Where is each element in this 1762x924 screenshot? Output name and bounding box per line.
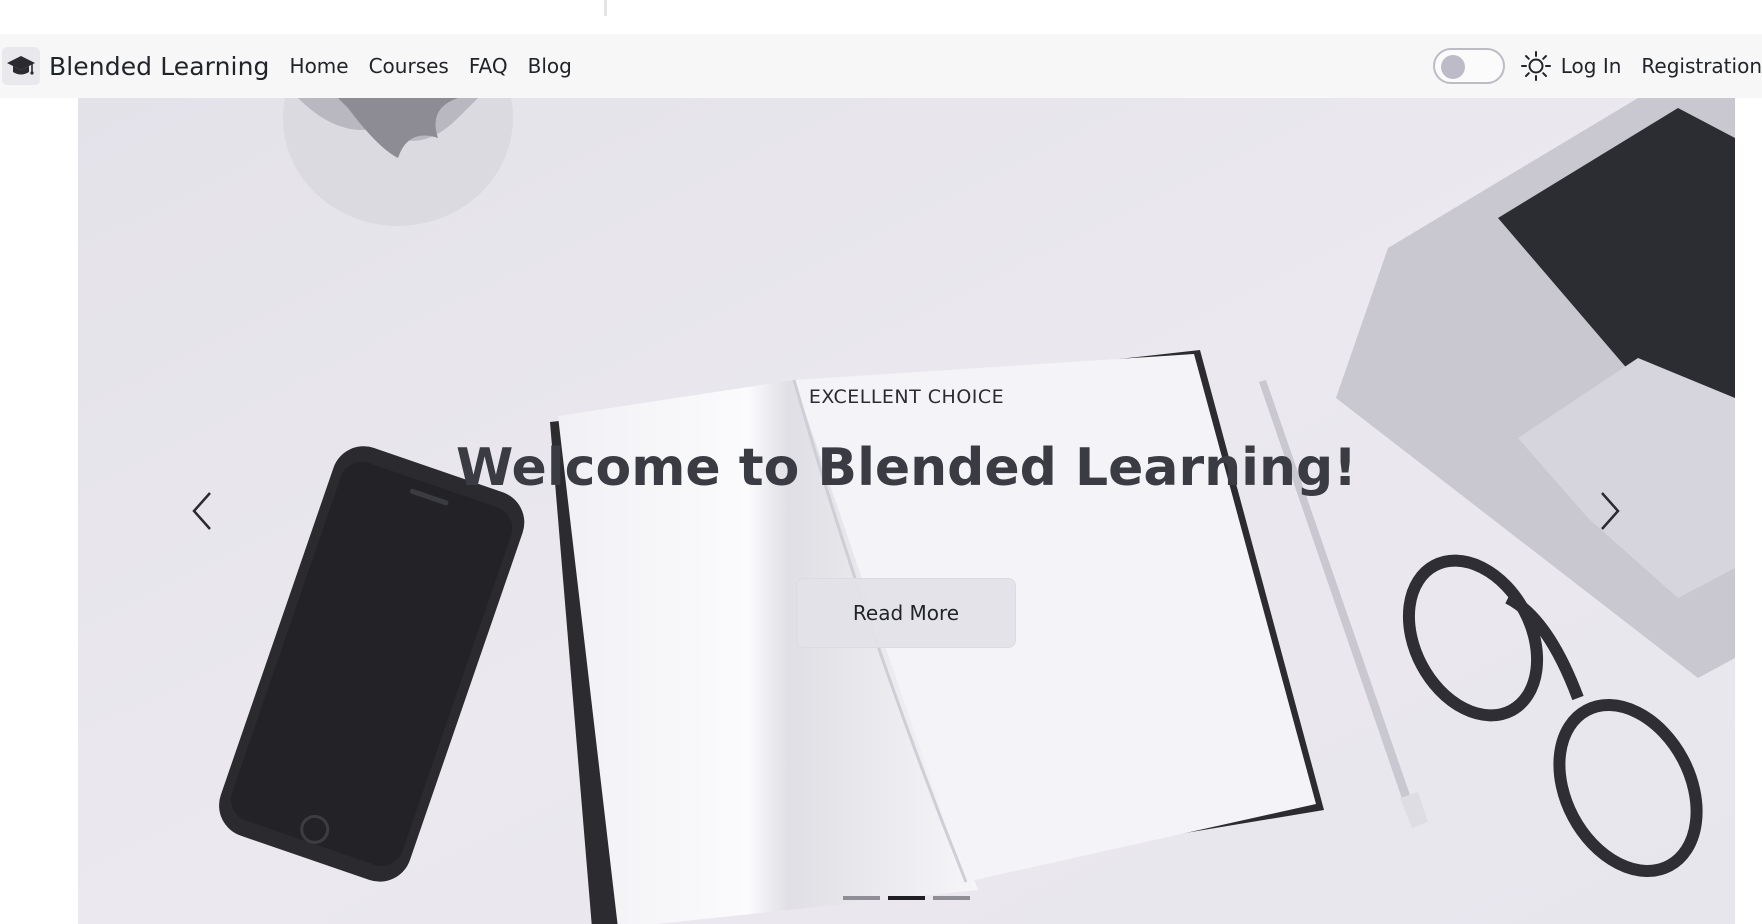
hero-title: Welcome to Blended Learning! xyxy=(456,438,1357,498)
toggle-knob xyxy=(1440,55,1465,79)
top-strip xyxy=(0,0,1762,34)
read-more-button[interactable]: Read More xyxy=(796,578,1016,648)
registration-link[interactable]: Registration xyxy=(1641,54,1762,78)
carousel-prev-button[interactable] xyxy=(182,483,222,543)
divider xyxy=(604,0,607,16)
chevron-left-icon xyxy=(190,491,214,535)
nav-link-home[interactable]: Home xyxy=(290,54,349,78)
carousel-indicator-active[interactable] xyxy=(888,896,925,900)
sun-icon[interactable] xyxy=(1519,49,1553,83)
navbar: Blended Learning Home Courses FAQ Blog L… xyxy=(0,34,1762,98)
nav-right: Log In Registration xyxy=(1432,34,1762,98)
brand-link[interactable]: Blended Learning xyxy=(2,47,270,85)
hero-carousel: EXCELLENT CHOICE Welcome to Blended Lear… xyxy=(78,98,1735,924)
chevron-right-icon xyxy=(1598,491,1622,535)
hero-background-image xyxy=(78,98,1735,924)
brand-name: Blended Learning xyxy=(49,51,270,81)
nav-link-blog[interactable]: Blog xyxy=(528,54,572,78)
login-link[interactable]: Log In xyxy=(1561,54,1622,78)
carousel-indicators xyxy=(78,896,1735,900)
carousel-indicator[interactable] xyxy=(843,896,880,900)
carousel-indicator[interactable] xyxy=(933,896,970,900)
nav-link-courses[interactable]: Courses xyxy=(369,54,449,78)
carousel-next-button[interactable] xyxy=(1590,483,1630,543)
hero-eyebrow: EXCELLENT CHOICE xyxy=(808,386,1005,408)
theme-toggle[interactable] xyxy=(1432,48,1505,84)
graduation-cap-icon xyxy=(2,47,40,85)
nav-links: Home Courses FAQ Blog xyxy=(290,54,592,78)
nav-link-faq[interactable]: FAQ xyxy=(469,54,508,78)
